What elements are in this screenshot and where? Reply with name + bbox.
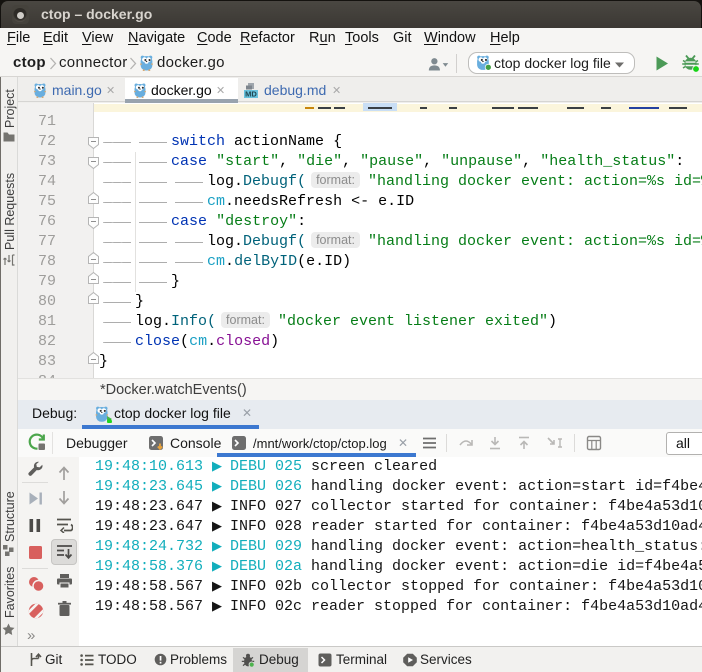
svg-text:MD: MD xyxy=(245,90,257,99)
